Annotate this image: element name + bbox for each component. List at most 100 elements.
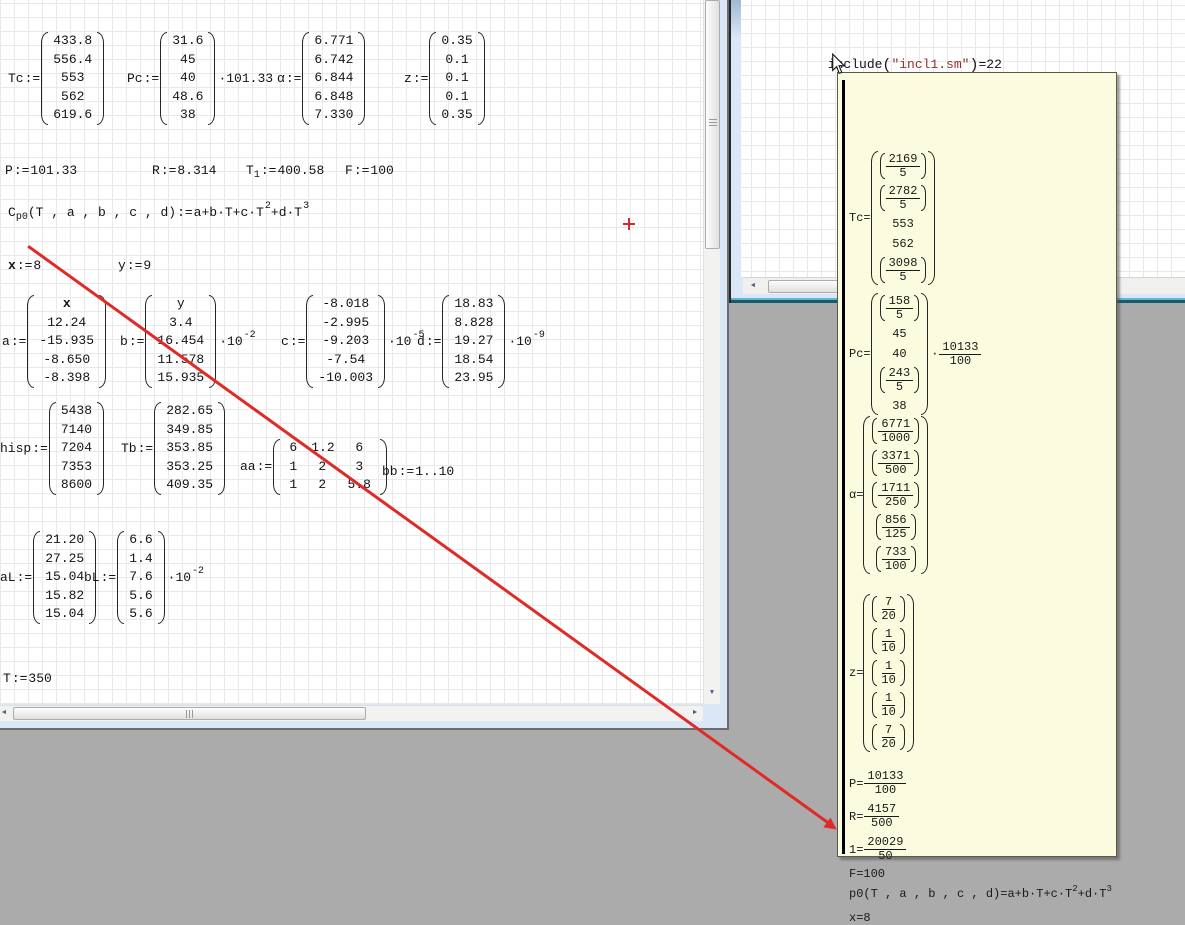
expression-p[interactable]: P:=101.33 — [5, 163, 77, 178]
var-label: 1 — [849, 843, 856, 857]
matrix-cell: 353.25 — [163, 458, 216, 477]
matrix-column: 6.6 1.4 7.6 5.6 5.6 — [124, 529, 157, 626]
fraction-cell: 110 — [872, 625, 904, 657]
expression-tc[interactable]: Tc:= 433.8 556.4 553 562 619.6 — [8, 30, 104, 127]
matrix-cell: 38 — [169, 106, 206, 125]
expression-bl[interactable]: bL:= 6.6 1.4 7.6 5.6 5.6 ·10-2 — [84, 529, 204, 626]
var-label: bL — [84, 570, 100, 585]
expression-d[interactable]: d:= 18.83 8.828 19.27 18.54 23.95 ·10-9 — [417, 293, 545, 390]
fraction-cell: 720 — [872, 721, 904, 753]
expression-hisp[interactable]: hisp:= 5438 7140 7204 7353 8600 — [0, 400, 104, 497]
matrix-cell: 5.6 — [126, 605, 155, 624]
tooltip-expr-p: P=10133100 — [849, 770, 907, 797]
paren-right — [209, 295, 216, 388]
matrix-cell: y — [154, 295, 207, 314]
matrix-cell: 619.6 — [50, 106, 95, 125]
left-horizontal-scrollbar[interactable]: ◄ ► — [0, 705, 703, 721]
matrix-cell: 7204 — [58, 439, 95, 458]
expression-y[interactable]: y:=9 — [118, 258, 151, 273]
include-preview-tooltip: Tc= 21695 27825 553 562 30985 Pc= 1585 4… — [837, 72, 1117, 857]
matrix-cell: 553 — [890, 214, 916, 234]
expression-f[interactable]: F:=100 — [345, 163, 394, 178]
mouse-cursor-icon — [831, 53, 846, 75]
scroll-right-button[interactable]: ► — [688, 706, 702, 720]
paren-left — [306, 295, 313, 388]
paren-left — [145, 295, 152, 388]
paren-left — [41, 32, 48, 125]
expression-c[interactable]: c:= -8.018 -2.995 -9.203 -7.54 -10.003 ·… — [281, 293, 424, 390]
paren-right — [208, 32, 215, 125]
matrix-cell: -2.995 — [315, 314, 376, 333]
expression-b[interactable]: b:= y 3.4 16.454 11.578 15.935 ·10-2 — [120, 293, 256, 390]
matrix-cell: 1.4 — [126, 550, 155, 569]
matrix-cell: 45 — [169, 51, 206, 70]
scroll-down-button[interactable]: ▼ — [705, 686, 719, 700]
expression-tb[interactable]: Tb:= 282.65 349.85 353.85 353.25 409.35 — [121, 400, 225, 497]
matrix-cell: 1 — [285, 458, 301, 477]
matrix-cell: 11.578 — [154, 351, 207, 370]
left-vertical-scrollbar[interactable]: ▼ — [703, 0, 720, 704]
expression-t[interactable]: T:=350 — [3, 671, 52, 686]
scroll-left-icon: ◄ — [2, 709, 6, 717]
expression-al[interactable]: aL:= 21.20 27.25 15.04 15.82 15.04 — [0, 529, 96, 626]
matrix-cell: 5.6 — [126, 587, 155, 606]
expression-t1[interactable]: T1:=400.58 — [246, 163, 324, 178]
superscript: 3 — [303, 201, 309, 212]
expression-pc[interactable]: Pc:= 31.6 45 40 48.6 38 ·101.33 — [127, 30, 273, 127]
fraction-cell: 3371500 — [872, 447, 919, 479]
matrix-column: 1585 45 40 2435 38 — [878, 291, 922, 417]
vertical-scrollbar-thumb[interactable] — [705, 0, 720, 249]
var-label: a — [2, 334, 10, 349]
paren-right — [498, 295, 505, 388]
paren-left — [442, 295, 449, 388]
matrix-cell: 562 — [50, 88, 95, 107]
tooltip-expr-alpha: α= 67711000 3371500 1711250 856125 73310… — [849, 414, 928, 576]
paren-left — [117, 531, 124, 624]
var-label: x — [8, 258, 16, 273]
matrix-cell: 48.6 — [169, 88, 206, 107]
horizontal-scrollbar-thumb[interactable] — [13, 707, 366, 720]
equals-sign: = — [856, 867, 863, 881]
left-worksheet-canvas[interactable]: Tc:= 433.8 556.4 553 562 619.6 Pc:= 31.6… — [0, 0, 703, 704]
matrix-column: -8.018 -2.995 -9.203 -7.54 -10.003 — [313, 293, 378, 390]
matrix-column: 21695 27825 553 562 30985 — [878, 149, 929, 287]
assign-op: := — [399, 464, 415, 479]
assign-op: := — [25, 71, 41, 86]
matrix-cell: -10.003 — [315, 369, 376, 388]
paren-right — [358, 32, 365, 125]
expression-alpha[interactable]: α:= 6.771 6.742 6.844 6.848 7.330 — [277, 30, 365, 127]
paren-right — [158, 531, 165, 624]
matrix-column: 282.65 349.85 353.85 353.25 409.35 — [161, 400, 218, 497]
scroll-left-button[interactable]: ◄ — [0, 706, 11, 720]
value: 9 — [143, 258, 151, 273]
assign-op: := — [413, 71, 429, 86]
scrollbar-grip-icon — [186, 710, 195, 718]
assign-op: := — [11, 334, 27, 349]
matrix-cell: 18.83 — [451, 295, 496, 314]
tooltip-expr-x: x=8 — [849, 911, 871, 925]
value: 8 — [33, 258, 41, 273]
matrix-cell: -8.650 — [36, 351, 97, 370]
paren-right — [97, 32, 104, 125]
matrix-cell: 409.35 — [163, 476, 216, 495]
matrix-column: 433.8 556.4 553 562 619.6 — [48, 30, 97, 127]
fraction-cell: 2435 — [880, 364, 920, 396]
scroll-left-button[interactable]: ◄ — [746, 279, 760, 293]
function-body: +d·T — [1078, 887, 1107, 901]
paren-left — [154, 402, 161, 495]
include-result: 22 — [986, 57, 1002, 72]
matrix-cell: 12.24 — [36, 314, 97, 333]
equals-sign: = — [856, 777, 863, 791]
matrix-cell: 2 — [308, 476, 336, 495]
value: 1..10 — [415, 464, 454, 479]
matrix-cell: -7.54 — [315, 351, 376, 370]
expression-a[interactable]: a:= x 12.24 -15.935 -8.650 -8.398 — [2, 293, 106, 390]
expression-bb[interactable]: bb:=1..10 — [382, 464, 454, 479]
matrix-column: 67711000 3371500 1711250 856125 733100 — [870, 414, 921, 576]
expression-r[interactable]: R:=8.314 — [152, 163, 216, 178]
expression-z[interactable]: z:= 0.35 0.1 0.1 0.1 0.35 — [404, 30, 485, 127]
expression-x[interactable]: x:=8 — [8, 258, 41, 273]
expression-cp0[interactable]: Cp0(T , a , b , c , d):=a+b·T+c·T2+d·T3 — [8, 205, 309, 220]
matrix-cell: 15.04 — [42, 568, 87, 587]
scroll-left-icon: ◄ — [751, 282, 755, 290]
